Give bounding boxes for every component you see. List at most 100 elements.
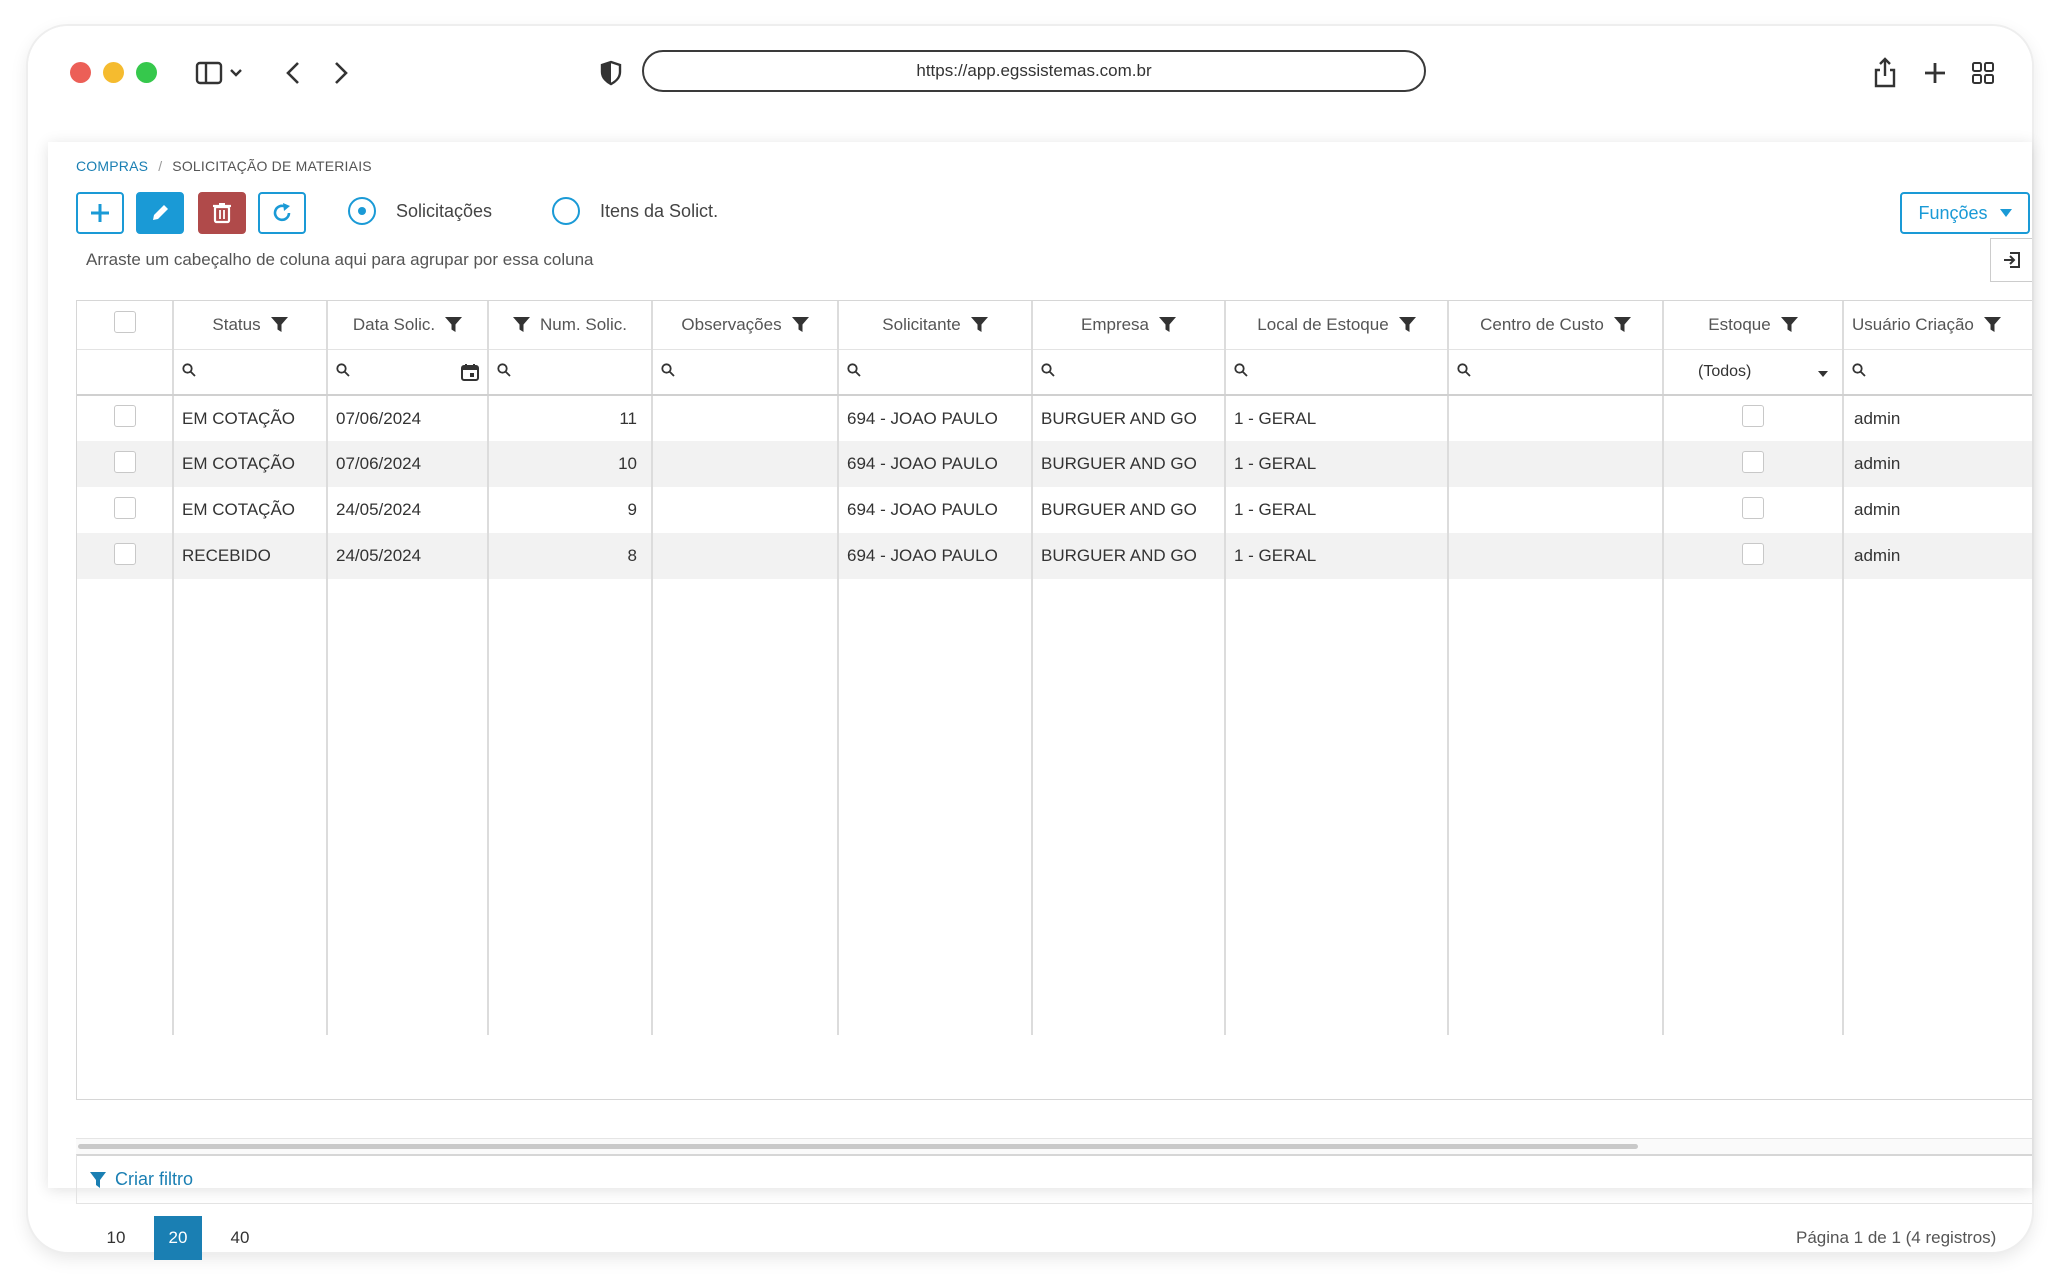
column-header-empresa[interactable]: Empresa [1032, 301, 1226, 350]
status-cell: EM COTAÇÃO [173, 395, 328, 441]
table-row[interactable]: EM COTAÇÃO 07/06/2024 10 694 - JOAO PAULO BU… [77, 441, 2032, 487]
page-size-40[interactable]: 40 [216, 1216, 264, 1260]
column-header-status[interactable]: Status [173, 301, 328, 350]
row-checkbox[interactable] [113, 496, 136, 519]
calendar-icon[interactable] [461, 363, 479, 382]
tab-overview-button[interactable] [1968, 58, 1998, 88]
filter-input-status[interactable] [173, 349, 328, 396]
usuario-criacao-cell: admin [1843, 533, 2032, 579]
radio-selected-icon[interactable] [348, 197, 376, 225]
filter-funnel-icon[interactable] [1780, 316, 1798, 333]
radio-unselected-icon[interactable] [552, 197, 580, 225]
export-icon [2003, 252, 2020, 268]
filter-input-usuario-criacao[interactable] [1843, 349, 2032, 396]
search-icon [1234, 362, 1248, 382]
row-checkbox[interactable] [113, 450, 136, 473]
centro-custo-cell [1448, 533, 1664, 579]
sidebar-toggle-button[interactable] [192, 58, 252, 88]
back-button[interactable] [278, 58, 308, 88]
filter-input-solicitante[interactable] [838, 349, 1033, 396]
empty-cell [488, 579, 653, 1035]
column-header-local-estoque[interactable]: Local de Estoque [1225, 301, 1449, 350]
select-all-checkbox[interactable] [113, 311, 136, 334]
filter-funnel-icon[interactable] [270, 316, 288, 333]
new-tab-button[interactable] [1920, 58, 1950, 88]
column-header-estoque[interactable]: Estoque [1663, 301, 1844, 350]
share-button[interactable] [1870, 54, 1900, 90]
column-label: Observações [681, 314, 782, 334]
filter-input-local-estoque[interactable] [1225, 349, 1449, 396]
data-solic-cell: 07/06/2024 [327, 395, 489, 441]
filter-funnel-icon[interactable] [445, 316, 463, 333]
column-header-centro-custo[interactable]: Centro de Custo [1448, 301, 1664, 350]
page-size-10[interactable]: 10 [92, 1216, 140, 1260]
filter-funnel-icon[interactable] [1983, 316, 2001, 333]
centro-custo-cell [1448, 395, 1664, 441]
horizontal-scrollbar-thumb[interactable] [78, 1144, 1638, 1149]
filter-input-observacoes[interactable] [652, 349, 839, 396]
browser-toolbar: https://app.egssistemas.com.br [28, 26, 2032, 136]
table-row[interactable]: EM COTAÇÃO 07/06/2024 11 694 - JOAO PAULO BU… [77, 395, 2032, 441]
breadcrumb-current: SOLICITAÇÃO DE MATERIAIS [172, 158, 372, 174]
filter-cell-select [77, 349, 174, 396]
minimize-window-button[interactable] [103, 62, 124, 83]
caret-down-icon [1999, 209, 2012, 217]
filter-funnel-icon[interactable] [1159, 316, 1177, 333]
chevron-right-icon [335, 62, 348, 84]
export-button[interactable] [1990, 238, 2032, 282]
edit-button[interactable] [136, 192, 184, 234]
filter-input-empresa[interactable] [1032, 349, 1226, 396]
empty-cell [77, 579, 174, 1035]
filter-input-num-solic[interactable] [488, 349, 653, 396]
funcoes-dropdown-button[interactable]: Funções [1900, 192, 2030, 234]
breadcrumb-separator: / [158, 158, 163, 174]
row-select-cell [77, 487, 174, 533]
filter-select-estoque[interactable]: (Todos) [1663, 349, 1844, 396]
breadcrumb-compras[interactable]: COMPRAS [76, 158, 148, 174]
column-header-usuario-criacao[interactable]: Usuário Criação [1843, 301, 2032, 350]
filter-funnel-icon[interactable] [791, 316, 809, 333]
refresh-button[interactable] [258, 192, 306, 234]
row-checkbox[interactable] [113, 542, 136, 565]
observacoes-cell [652, 441, 839, 487]
close-window-button[interactable] [70, 62, 91, 83]
filter-builder-bar[interactable]: Criar filtro [76, 1154, 2032, 1204]
address-bar[interactable]: https://app.egssistemas.com.br [642, 50, 1426, 92]
column-header-data-solic[interactable]: Data Solic. [327, 301, 489, 350]
forward-button[interactable] [326, 58, 356, 88]
table-row[interactable]: EM COTAÇÃO 24/05/2024 9 694 - JOAO PAULO BUR… [77, 487, 2032, 533]
table-row[interactable]: RECEBIDO 24/05/2024 8 694 - JOAO PAULO BURGU… [77, 533, 2032, 579]
group-panel-hint: Arraste um cabeçalho de coluna aqui para… [86, 250, 594, 269]
column-header-solicitante[interactable]: Solicitante [838, 301, 1033, 350]
status-cell: EM COTAÇÃO [173, 487, 328, 533]
privacy-shield-button[interactable] [596, 58, 626, 88]
filter-funnel-icon[interactable] [970, 316, 988, 333]
maximize-window-button[interactable] [136, 62, 157, 83]
radio-solicitacoes[interactable]: Solicitações [348, 197, 492, 225]
radio-itens-solict[interactable]: Itens da Solict. [552, 197, 718, 225]
page-size-20[interactable]: 20 [154, 1216, 202, 1260]
criar-filtro-link[interactable]: Criar filtro [115, 1169, 193, 1190]
row-checkbox[interactable] [113, 405, 136, 427]
grid-icon [1972, 62, 1994, 84]
filter-input-centro-custo[interactable] [1448, 349, 1664, 396]
estoque-checkbox[interactable] [1742, 450, 1764, 473]
filter-funnel-icon[interactable] [1398, 316, 1416, 333]
filter-funnel-icon[interactable] [513, 316, 531, 333]
estoque-checkbox[interactable] [1742, 542, 1764, 565]
estoque-checkbox[interactable] [1742, 496, 1764, 519]
plus-icon [91, 204, 109, 222]
share-icon [1874, 57, 1896, 88]
num-solic-cell: 11 [488, 395, 653, 441]
pencil-icon [153, 205, 168, 220]
filter-input-data-solic[interactable] [327, 349, 489, 396]
column-header-num-solic[interactable]: Num. Solic. [488, 301, 653, 350]
filter-funnel-icon[interactable] [1613, 316, 1631, 333]
delete-button[interactable] [198, 192, 246, 234]
estoque-checkbox[interactable] [1742, 405, 1764, 427]
local-estoque-cell: 1 - GERAL [1225, 395, 1449, 441]
column-header-observacoes[interactable]: Observações [652, 301, 839, 350]
search-icon [661, 362, 675, 382]
add-button[interactable] [76, 192, 124, 234]
funnel-icon [90, 1171, 106, 1188]
